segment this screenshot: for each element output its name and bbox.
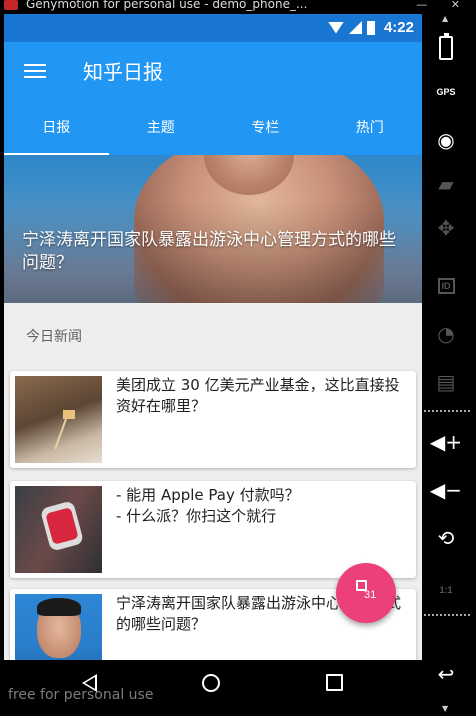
flag-on-rock-image — [15, 376, 102, 463]
story-title: - 能用 Apple Pay 付款吗？ - 什么派？你扫这个就行 — [116, 486, 300, 525]
gps-label: GPS — [436, 87, 456, 97]
app-bar: 知乎日报 — [4, 42, 422, 102]
story-card[interactable]: - 能用 Apple Pay 付款吗？ - 什么派？你扫这个就行 — [10, 481, 416, 578]
swimmer-portrait-image — [15, 594, 102, 660]
volume-down-icon[interactable]: ◀− — [422, 472, 470, 508]
window-controls[interactable]: — ✕ — [416, 0, 470, 11]
status-time: 4:22 — [383, 19, 414, 36]
webcam-icon[interactable]: ◉ — [422, 122, 470, 158]
genymotion-logo-icon — [4, 0, 18, 10]
dpad-icon[interactable]: ✥ — [422, 210, 470, 246]
app-title: 知乎日报 — [83, 60, 163, 84]
story-card[interactable]: 美团成立 30 亿美元产业基金，这比直接投资好在哪里？ — [10, 371, 416, 468]
menu-icon[interactable] — [24, 64, 46, 82]
device-id-icon[interactable]: ID — [422, 268, 470, 304]
volume-up-icon[interactable]: ◀+ — [422, 424, 470, 460]
sms-icon[interactable]: ▤ — [422, 364, 470, 400]
android-back-icon[interactable]: ↩ — [422, 656, 470, 692]
signal-icon — [348, 21, 362, 34]
pixel-perfect-icon[interactable]: 1:1 — [422, 572, 470, 608]
id-label: ID — [437, 278, 455, 294]
emulator-toolbar: ▲ GPS ◉ ▰ ✥ ID ◔ ▤ ◀+ ◀− ⟲ 1:1 ↩ ▼ — [422, 14, 476, 716]
battery-icon — [366, 20, 375, 35]
status-bar: 4:22 — [4, 14, 422, 42]
hero-banner[interactable]: 宁泽涛离开国家队暴露出游泳中心管理方式的哪些问题？ — [4, 155, 422, 303]
tab-hot[interactable]: 热门 — [318, 102, 423, 155]
story-title: 美团成立 30 亿美元产业基金，这比直接投资好在哪里？ — [116, 376, 400, 415]
tab-columns[interactable]: 专栏 — [213, 102, 318, 155]
scroll-up-icon[interactable]: ▲ — [442, 14, 448, 23]
tab-daily[interactable]: 日报 — [4, 102, 109, 155]
rotate-icon[interactable]: ⟲ — [422, 520, 470, 556]
pixel-perfect-label: 1:1 — [439, 585, 453, 595]
date-picker-fab[interactable]: 31 — [336, 563, 396, 623]
window-title: Genymotion for personal use - demo_phone… — [26, 0, 308, 11]
watermark: free for personal use — [8, 687, 154, 703]
rss-icon[interactable]: ◔ — [422, 316, 470, 352]
scroll-down-icon[interactable]: ▼ — [442, 704, 448, 713]
wifi-icon — [327, 21, 344, 34]
fab-date: 31 — [364, 589, 377, 601]
apple-watch-image — [15, 486, 102, 573]
window-title-bar: Genymotion for personal use - demo_phone… — [0, 0, 476, 14]
capture-icon[interactable]: ▰ — [422, 166, 470, 202]
tab-bar: 日报 主题 专栏 热门 — [4, 102, 422, 155]
battery-widget-icon[interactable] — [422, 30, 470, 66]
emulator-window: Genymotion for personal use - demo_phone… — [0, 0, 476, 716]
section-header: 今日新闻 — [26, 329, 82, 345]
home-icon[interactable] — [202, 674, 220, 692]
hero-title: 宁泽涛离开国家队暴露出游泳中心管理方式的哪些问题？ — [22, 230, 396, 273]
gps-widget-icon[interactable]: GPS — [422, 74, 470, 110]
tab-themes[interactable]: 主题 — [109, 102, 214, 155]
recent-apps-icon[interactable] — [326, 674, 343, 691]
